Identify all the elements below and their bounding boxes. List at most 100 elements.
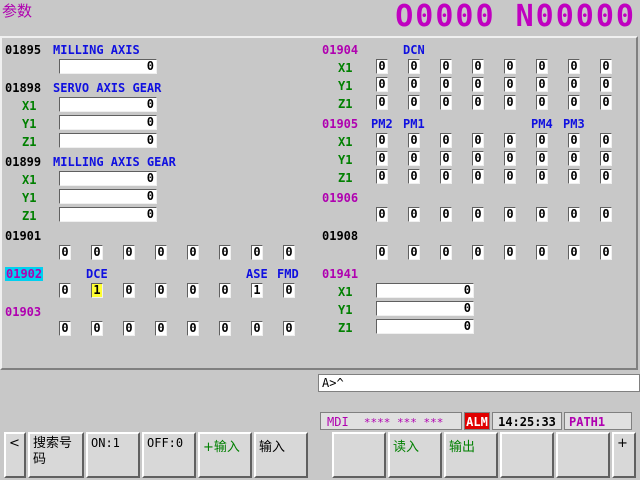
bit-cell[interactable]: 0 xyxy=(440,95,452,110)
bit-cell[interactable]: 0 xyxy=(59,321,71,336)
bit-cell[interactable]: 0 xyxy=(568,207,580,222)
bit-cell[interactable]: 0 xyxy=(123,283,135,298)
softkey-search-number[interactable]: 搜索号码 xyxy=(28,432,84,478)
bit-cell[interactable]: 0 xyxy=(472,169,484,184)
bit-cell[interactable]: 0 xyxy=(376,133,388,148)
softkey-on-1[interactable]: ON:1 xyxy=(86,432,140,478)
bit-cell[interactable]: 0 xyxy=(472,133,484,148)
bit-cell[interactable]: 0 xyxy=(219,321,231,336)
bit-cell[interactable]: 0 xyxy=(376,95,388,110)
bit-cell[interactable]: 0 xyxy=(376,59,388,74)
bit-cell[interactable]: 0 xyxy=(504,207,516,222)
bit-cell[interactable]: 0 xyxy=(440,133,452,148)
bit-cell[interactable]: 0 xyxy=(600,169,612,184)
bit-cell[interactable]: 0 xyxy=(600,77,612,92)
bit-cell[interactable]: 0 xyxy=(91,245,103,260)
bit-cell[interactable]: 0 xyxy=(600,151,612,166)
bit-cell[interactable]: 0 xyxy=(219,245,231,260)
bit-cell[interactable]: 0 xyxy=(155,321,167,336)
bit-cell[interactable]: 0 xyxy=(408,95,420,110)
bit-cell[interactable]: 0 xyxy=(568,95,580,110)
softkey-prev-arrow[interactable]: < xyxy=(4,432,26,478)
bit-cell[interactable]: 0 xyxy=(283,245,295,260)
bit-cell[interactable]: 0 xyxy=(504,169,516,184)
softkey-blank-2[interactable] xyxy=(500,432,554,478)
bit-cell[interactable]: 0 xyxy=(376,77,388,92)
param-value-1898-z1[interactable]: 0 xyxy=(59,133,157,148)
bit-cell[interactable]: 0 xyxy=(123,245,135,260)
bit-cell[interactable]: 0 xyxy=(283,283,295,298)
bit-cell[interactable]: 0 xyxy=(472,77,484,92)
bit-cell[interactable]: 0 xyxy=(504,95,516,110)
bit-cell[interactable]: 0 xyxy=(568,245,580,260)
bit-cell[interactable]: 0 xyxy=(600,207,612,222)
key-input-line[interactable]: A>^ xyxy=(318,374,640,392)
bit-cell[interactable]: 0 xyxy=(187,321,199,336)
bit-cell[interactable]: 0 xyxy=(536,245,548,260)
bit-cell[interactable]: 0 xyxy=(376,151,388,166)
bit-cell[interactable]: 0 xyxy=(600,59,612,74)
bit-cell[interactable]: 0 xyxy=(408,169,420,184)
bit-cell[interactable]: 0 xyxy=(504,77,516,92)
bit-cell[interactable]: 0 xyxy=(440,207,452,222)
bit-cell[interactable]: 0 xyxy=(472,207,484,222)
bit-cell[interactable]: 0 xyxy=(123,321,135,336)
param-value-1941-x1[interactable]: 0 xyxy=(376,283,474,298)
bit-cell[interactable]: 0 xyxy=(472,151,484,166)
bit-cell[interactable]: 0 xyxy=(504,59,516,74)
bit-cell[interactable]: 0 xyxy=(536,169,548,184)
bit-cell[interactable]: 0 xyxy=(440,245,452,260)
bit-cell[interactable]: 0 xyxy=(408,245,420,260)
bit-cell[interactable]: 0 xyxy=(536,77,548,92)
bit-cell[interactable]: 0 xyxy=(408,59,420,74)
bit-cell[interactable]: 0 xyxy=(568,151,580,166)
bit-cell[interactable]: 0 xyxy=(408,133,420,148)
param-number-1902-cursor[interactable]: 01902 xyxy=(5,267,44,281)
bit-cell[interactable]: 0 xyxy=(59,283,71,298)
param-value-1898-x1[interactable]: 0 xyxy=(59,97,157,112)
bit-cell[interactable]: 0 xyxy=(440,59,452,74)
bit-cell[interactable]: 0 xyxy=(440,77,452,92)
bit-cell[interactable]: 0 xyxy=(187,283,199,298)
bit-cell[interactable]: 0 xyxy=(155,283,167,298)
bit-cell[interactable]: 0 xyxy=(91,321,103,336)
bit-cell[interactable]: 0 xyxy=(408,77,420,92)
bit-cell[interactable]: 0 xyxy=(187,245,199,260)
bit-cell[interactable]: 0 xyxy=(536,133,548,148)
param-value-1941-y1[interactable]: 0 xyxy=(376,301,474,316)
softkey-blank-3[interactable] xyxy=(556,432,610,478)
param-value-1898-y1[interactable]: 0 xyxy=(59,115,157,130)
bit-cell[interactable]: 0 xyxy=(568,59,580,74)
softkey-off-0[interactable]: OFF:0 xyxy=(142,432,196,478)
bit-cell[interactable]: 0 xyxy=(504,151,516,166)
bit-cell[interactable]: 0 xyxy=(440,169,452,184)
bit-cell[interactable]: 0 xyxy=(536,59,548,74)
softkey-blank-1[interactable] xyxy=(332,432,386,478)
bit-cell[interactable]: 0 xyxy=(219,283,231,298)
bit-cell[interactable]: 0 xyxy=(504,133,516,148)
bit-cell[interactable]: 0 xyxy=(408,151,420,166)
bit-cell[interactable]: 0 xyxy=(472,59,484,74)
bit-cell[interactable]: 1 xyxy=(251,283,263,298)
bit-cell[interactable]: 0 xyxy=(472,245,484,260)
bit-cell[interactable]: 0 xyxy=(440,151,452,166)
bit-cell[interactable]: 0 xyxy=(155,245,167,260)
param-value-1899-z1[interactable]: 0 xyxy=(59,207,157,222)
bit-cell[interactable]: 0 xyxy=(600,245,612,260)
bit-cell[interactable]: 0 xyxy=(408,207,420,222)
bit-cell[interactable]: 0 xyxy=(568,133,580,148)
softkey-input[interactable]: 输入 xyxy=(254,432,308,478)
param-value-1941-z1[interactable]: 0 xyxy=(376,319,474,334)
softkey-output[interactable]: 输出 xyxy=(444,432,498,478)
bit-cell[interactable]: 0 xyxy=(536,151,548,166)
bit-cell[interactable]: 0 xyxy=(472,95,484,110)
bit-cell[interactable]: 0 xyxy=(536,207,548,222)
bit-cell[interactable]: 0 xyxy=(59,245,71,260)
bit-cell[interactable]: 0 xyxy=(251,245,263,260)
bit-cell[interactable]: 0 xyxy=(504,245,516,260)
bit-cell[interactable]: 1 xyxy=(91,283,103,298)
param-value-1899-x1[interactable]: 0 xyxy=(59,171,157,186)
softkey-read[interactable]: 读入 xyxy=(388,432,442,478)
bit-cell[interactable]: 0 xyxy=(600,95,612,110)
bit-cell[interactable]: 0 xyxy=(376,245,388,260)
